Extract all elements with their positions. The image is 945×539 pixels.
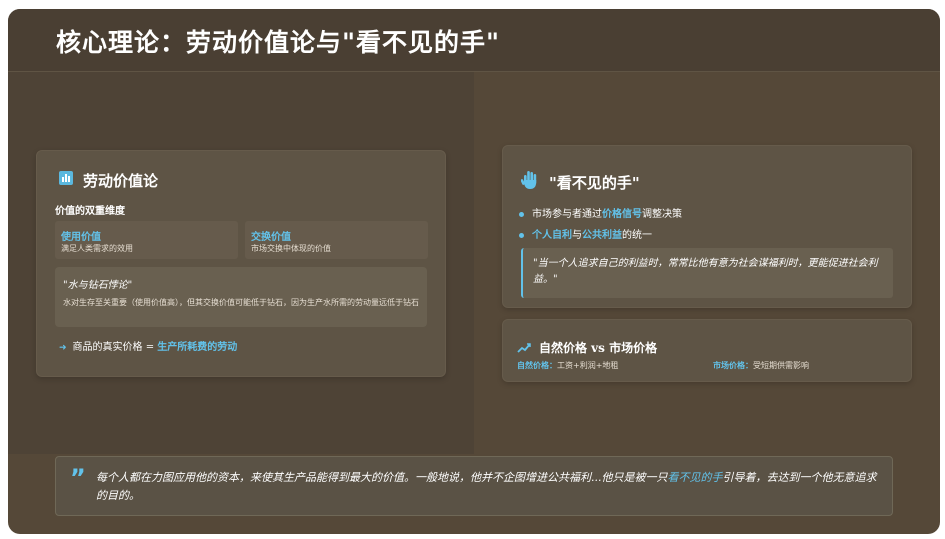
market-price-item: 市场价格：受短期供需影响: [713, 361, 809, 370]
exchange-value-box: 交换价值 市场交换中体现的价值: [245, 221, 428, 259]
bullet-self-interest: 个人自利与公共利益的统一: [519, 226, 652, 241]
bottom-quote-text: 每个人都在力图应用他的资本，来使其生产品能得到最大的价值。一般地说，他并不企图增…: [96, 471, 877, 502]
real-price-line: ➜ 商品的真实价格 = 生产所耗费的劳动: [59, 338, 237, 353]
bullet-price-signal: 市场参与者通过价格信号调整决策: [519, 205, 682, 220]
invisible-hand-card: "看不见的手" 市场参与者通过价格信号调整决策 个人自利与公共利益的统一 "当一…: [502, 145, 912, 308]
labor-value-card: 劳动价值论 价值的双重维度 使用价值 满足人类需求的效用 交换价值 市场交换中体…: [36, 150, 446, 377]
price-compare-card: 自然价格 vs 市场价格 自然价格：工资+利润+地租 市场价格：受短期供需影响: [502, 319, 912, 382]
page-title: 核心理论：劳动价值论与"看不见的手": [56, 28, 501, 57]
header: 核心理论：劳动价值论与"看不见的手": [8, 9, 940, 72]
dual-dimension-heading: 价值的双重维度: [55, 206, 125, 217]
quote-icon: ”: [70, 464, 86, 492]
bottom-quote: ” 每个人都在力图应用他的资本，来使其生产品能得到最大的价值。一般地说，他并不企…: [55, 456, 893, 516]
price-card-title: 自然价格 vs 市场价格: [539, 341, 658, 355]
real-price-highlight: 生产所耗费的劳动: [157, 342, 238, 353]
invisible-hand-quote-text: "当一个人追求自己的利益时，常常比他有意为社会谋福利时，更能促进社会利益。": [533, 258, 878, 285]
real-price-prefix: 商品的真实价格 =: [72, 342, 158, 353]
bullet-dot: [519, 233, 524, 238]
invisible-hand-quote: "当一个人追求自己的利益时，常常比他有意为社会谋福利时，更能促进社会利益。": [521, 248, 893, 298]
exchange-value-label: 交换价值: [251, 232, 291, 243]
arrow-icon: ➜: [59, 343, 67, 353]
bullet-dot: [519, 212, 524, 217]
trend-line-icon: [517, 343, 531, 353]
hand-card-title: "看不见的手": [549, 174, 640, 192]
water-diamond-paradox: "水与钻石悖论" 水对生存至关重要（使用价值高），但其交换价值可能低于钻石，因为…: [55, 267, 427, 327]
natural-price-item: 自然价格：工资+利润+地租: [517, 361, 619, 370]
paradox-text: 水对生存至关重要（使用价值高），但其交换价值可能低于钻石，因为生产水所需的劳动量…: [63, 298, 419, 307]
hand-icon: [521, 171, 537, 189]
labor-card-title: 劳动价值论: [83, 172, 159, 190]
paradox-title: "水与钻石悖论": [63, 280, 133, 291]
use-value-desc: 满足人类需求的效用: [61, 244, 133, 253]
slide: 核心理论：劳动价值论与"看不见的手" 劳动价值论 价值的双重维度 使用价值 满足…: [8, 9, 940, 534]
bar-chart-icon: [59, 171, 73, 185]
use-value-label: 使用价值: [61, 232, 101, 243]
exchange-value-desc: 市场交换中体现的价值: [251, 244, 331, 253]
use-value-box: 使用价值 满足人类需求的效用: [55, 221, 238, 259]
